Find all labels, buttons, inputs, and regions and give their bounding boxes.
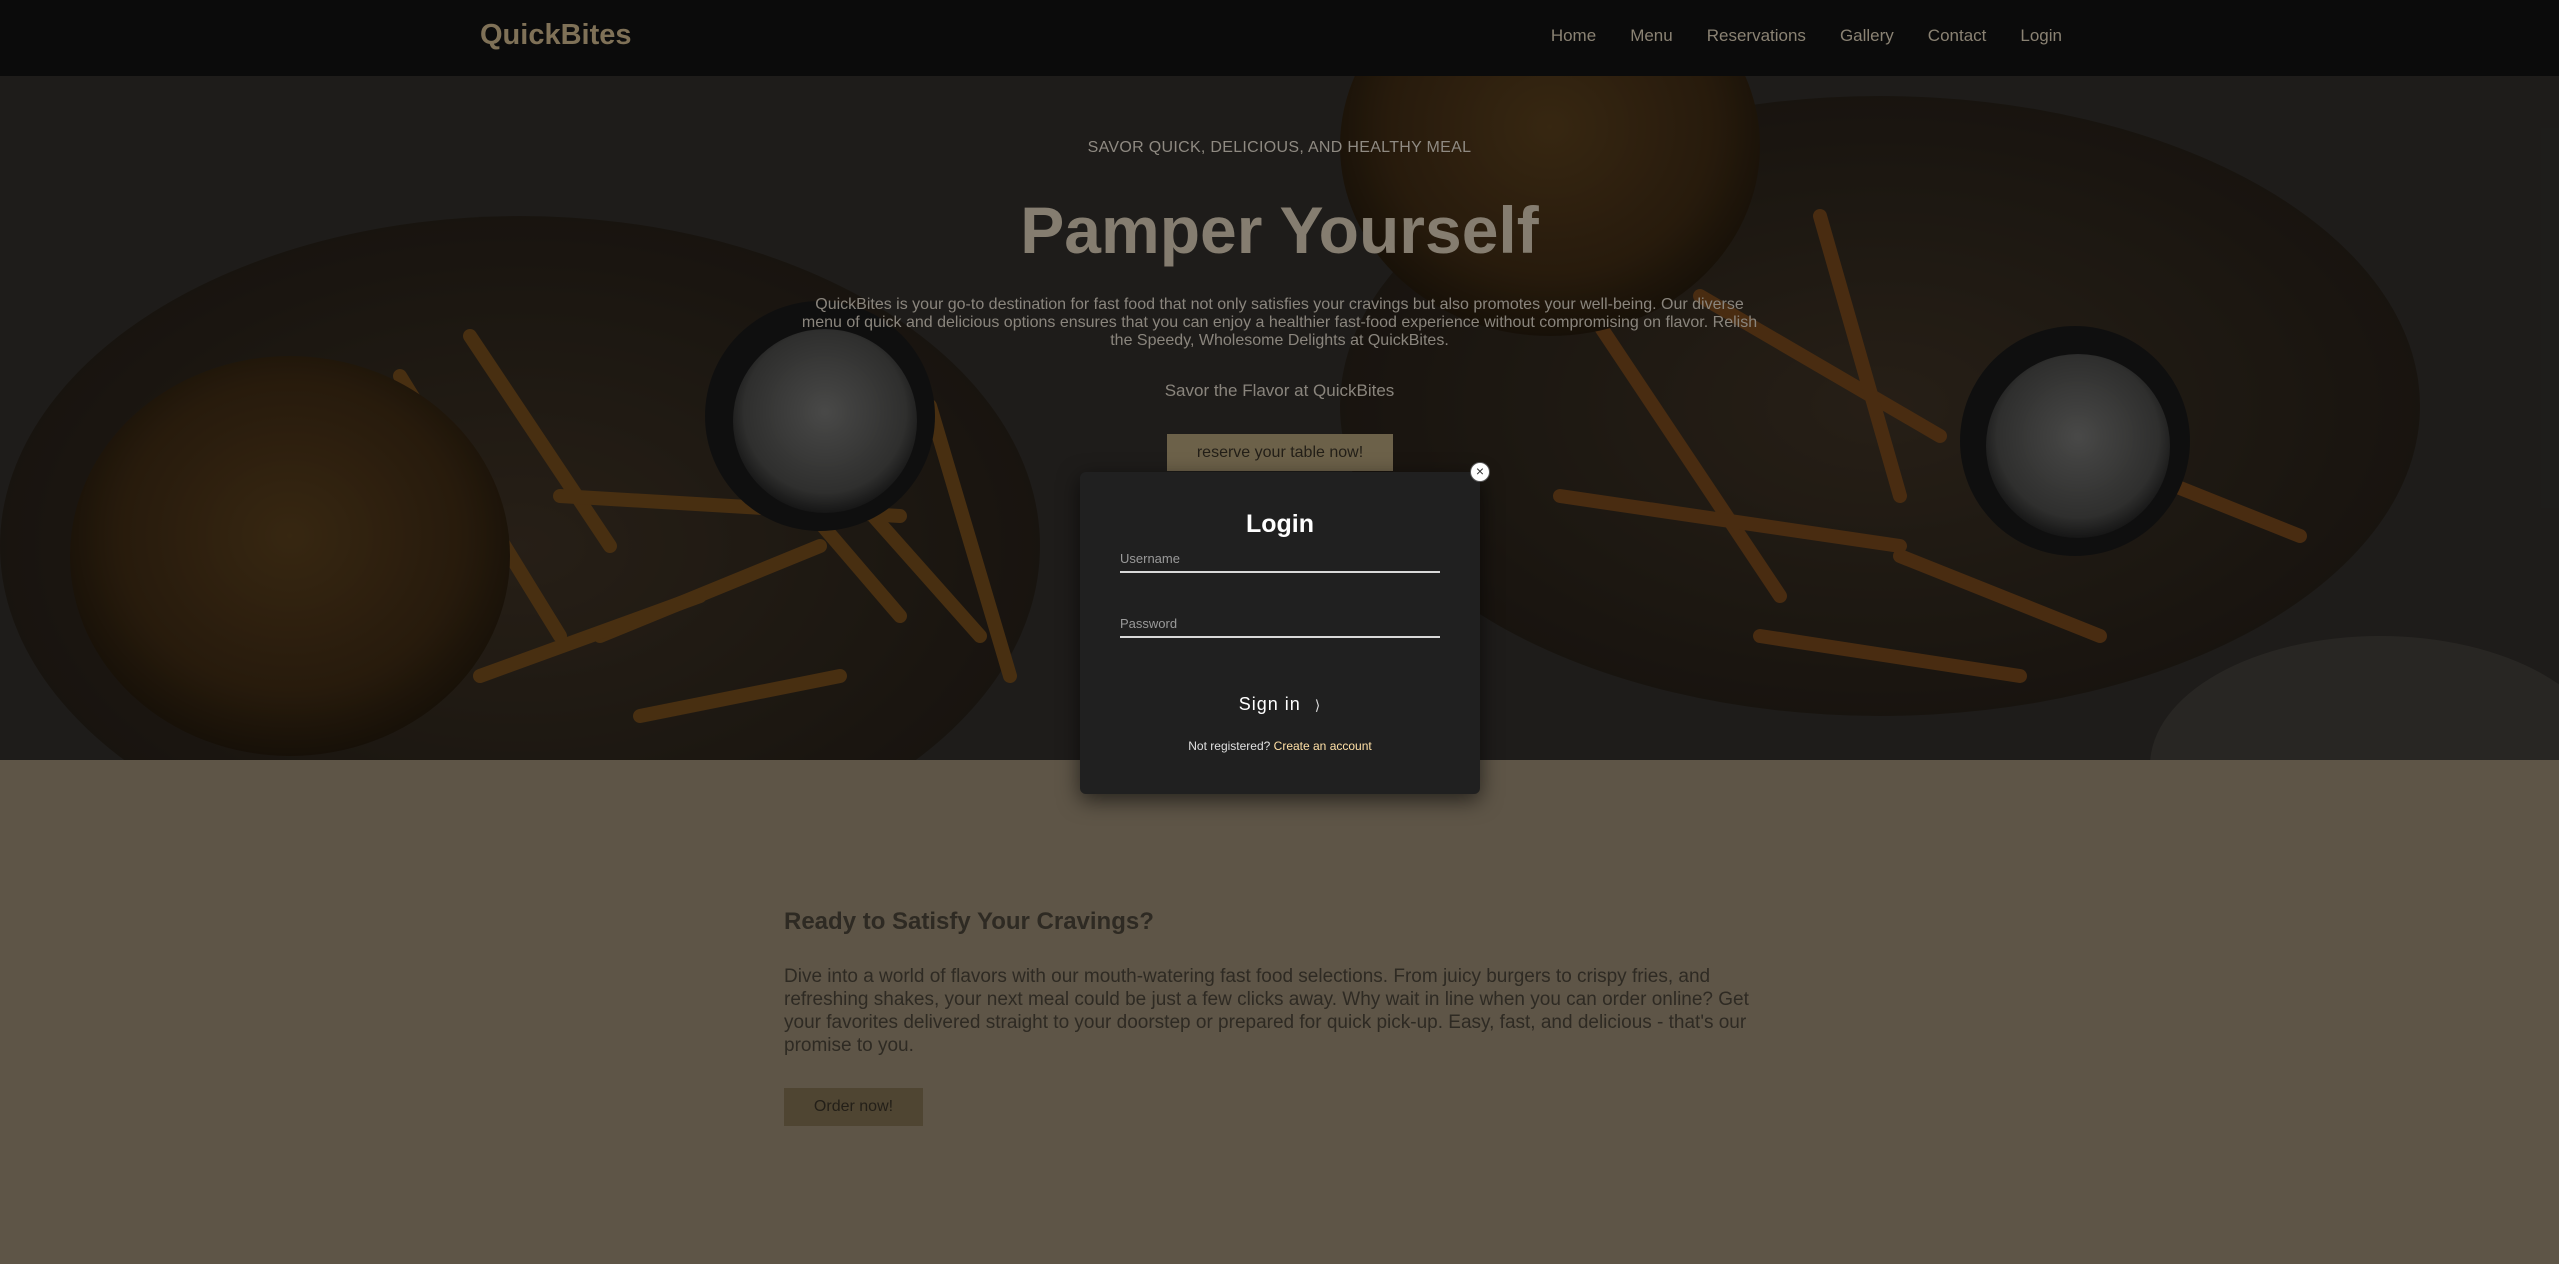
nav-links: Home Menu Reservations Gallery Contact L…: [1551, 26, 2062, 46]
register-prompt-text: Not registered?: [1188, 739, 1271, 753]
order-now-button[interactable]: Order now!: [784, 1088, 923, 1126]
nav-login[interactable]: Login: [2020, 26, 2062, 46]
reserve-table-button[interactable]: reserve your table now!: [1167, 434, 1393, 471]
sign-in-button[interactable]: Sign in ⟩: [1180, 691, 1380, 717]
hero-tagline: Savor the Flavor at QuickBites: [1164, 381, 1395, 400]
section-title: Ready to Satisfy Your Cravings?: [784, 908, 1154, 935]
arrow-right-icon: ⟩: [1314, 696, 1322, 713]
nav-gallery[interactable]: Gallery: [1840, 26, 1894, 46]
brand-logo[interactable]: QuickBites: [480, 19, 632, 52]
password-input[interactable]: [1120, 610, 1440, 636]
username-input[interactable]: [1120, 545, 1440, 571]
login-modal: Login Sign in ⟩ Not registered? Create an…: [1080, 472, 1480, 794]
password-field: [1120, 610, 1440, 638]
hero-eyebrow: SAVOR QUICK, DELICIOUS, AND HEALTHY MEAL: [1087, 139, 1472, 156]
navbar: QuickBites Home Menu Reservations Galler…: [0, 0, 2559, 76]
register-prompt: Not registered? Create an account: [1080, 739, 1480, 753]
section-text: Dive into a world of flavors with our mo…: [784, 966, 1749, 1056]
sign-in-label: Sign in: [1238, 693, 1301, 714]
username-field: [1120, 545, 1440, 573]
close-icon[interactable]: ×: [1470, 462, 1490, 482]
hero-description: QuickBites is your go-to destination for…: [801, 296, 1758, 349]
hero-title: Pamper Yourself: [1020, 193, 1539, 267]
create-account-link[interactable]: Create an account: [1274, 739, 1372, 753]
nav-reservations[interactable]: Reservations: [1707, 26, 1806, 46]
login-title: Login: [1245, 510, 1315, 538]
nav-contact[interactable]: Contact: [1928, 26, 1987, 46]
nav-menu[interactable]: Menu: [1630, 26, 1673, 46]
nav-home[interactable]: Home: [1551, 26, 1596, 46]
